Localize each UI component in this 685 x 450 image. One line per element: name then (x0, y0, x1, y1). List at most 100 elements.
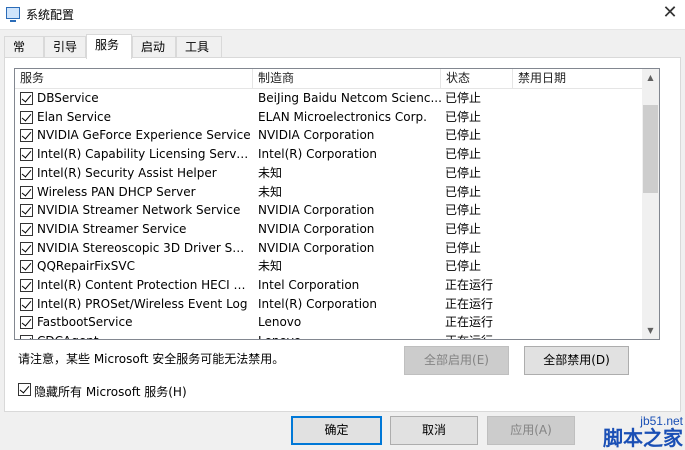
service-checkbox[interactable] (20, 129, 33, 143)
service-checkbox[interactable] (20, 92, 33, 105)
manufacturer-cell: BeiJing Baidu Netcom Scienc... (258, 91, 442, 105)
status-cell: 已停止 (445, 91, 482, 105)
table-row[interactable]: NVIDIA Streamer Network Service NVIDIA Co… (15, 201, 643, 220)
table-row[interactable]: Elan Service ELAN Microelectronics Corp. 已… (15, 108, 643, 127)
tab-general[interactable]: 常规 (4, 36, 44, 74)
column-header-disabled-date[interactable]: 禁用日期 (513, 69, 643, 89)
service-checkbox[interactable] (20, 335, 33, 339)
manufacturer-cell: 未知 (258, 259, 283, 274)
service-name-cell: NVIDIA GeForce Experience Service (37, 128, 251, 143)
service-name-cell: NVIDIA Streamer Service (37, 221, 187, 236)
status-cell: 已停止 (445, 259, 482, 274)
manufacturer-cell: 未知 (258, 165, 283, 180)
scroll-up-icon[interactable]: ▲ (642, 69, 659, 86)
manufacturer-cell: Lenovo (258, 315, 302, 330)
table-row[interactable]: Intel(R) PROSet/Wireless Event Log Intel(… (15, 295, 643, 314)
table-row[interactable]: NVIDIA Streamer Service NVIDIA Corporatio… (15, 220, 643, 239)
vertical-scrollbar[interactable]: ▲ ▼ (642, 69, 659, 339)
service-checkbox[interactable] (20, 166, 33, 180)
window-title: 系统配置 (26, 8, 75, 22)
status-cell: 正在运行 (445, 315, 494, 330)
service-name-cell: Intel(R) Capability Licensing Service ..… (37, 147, 251, 162)
table-row[interactable]: Intel(R) Capability Licensing Service ..… (15, 145, 643, 164)
table-row[interactable]: NVIDIA Stereoscopic 3D Driver Servi... NV… (15, 239, 643, 258)
service-checkbox[interactable] (20, 316, 33, 330)
scrollbar-thumb[interactable] (643, 105, 658, 193)
service-name-cell: CDCAgent (37, 332, 251, 339)
service-name-cell: NVIDIA Streamer Network Service (37, 203, 241, 218)
table-row[interactable]: NVIDIA GeForce Experience Service NVIDIA … (15, 126, 643, 145)
manufacturer-cell: Lenovo (258, 332, 443, 339)
status-cell: 已停止 (445, 184, 482, 199)
msconfig-app-icon (6, 7, 20, 22)
manufacturer-cell: NVIDIA Corporation (258, 240, 375, 255)
tab-tools[interactable]: 工具 (176, 36, 222, 58)
table-row[interactable]: Wireless PAN DHCP Server 未知 已停止 (15, 183, 643, 202)
title-bar: 系统配置 ✕ (0, 0, 685, 30)
status-cell: 正在运行 (445, 332, 515, 339)
status-cell: 已停止 (445, 165, 482, 180)
service-checkbox[interactable] (20, 148, 33, 162)
service-name-cell: NVIDIA Stereoscopic 3D Driver Servi... (37, 240, 251, 255)
status-cell: 已停止 (445, 147, 482, 162)
manufacturer-cell: ELAN Microelectronics Corp. (258, 109, 427, 124)
column-header-service[interactable]: 服务 (15, 69, 253, 89)
service-checkbox[interactable] (20, 279, 33, 292)
services-list[interactable]: 服务 制造商 状态 ^ 禁用日期 DBService BeiJing Baidu … (14, 68, 660, 340)
enable-all-button[interactable]: 全部启用(E) (404, 346, 509, 375)
table-row[interactable]: FastbootService Lenovo 正在运行 (15, 313, 643, 332)
table-row[interactable]: Intel(R) Security Assist Helper 未知 已停止 (15, 164, 643, 183)
watermark-brand: 脚本之家 (603, 426, 683, 450)
table-row[interactable]: QQRepairFixSVC 未知 已停止 (15, 257, 643, 276)
service-checkbox[interactable] (20, 222, 33, 236)
scroll-down-icon[interactable]: ▼ (642, 322, 659, 339)
sort-ascending-icon: ^ (473, 68, 481, 75)
manufacturer-cell: Intel Corporation (258, 278, 360, 292)
service-checkbox[interactable] (20, 260, 33, 274)
status-cell: 正在运行 (445, 278, 494, 292)
manufacturer-cell: Intel(R) Corporation (258, 147, 377, 162)
service-checkbox[interactable] (20, 241, 33, 255)
disable-all-button[interactable]: 全部禁用(D) (524, 346, 629, 375)
watermark: jb51.net 脚本之家 (603, 414, 683, 448)
apply-button[interactable]: 应用(A) (487, 416, 575, 445)
service-name-cell: Intel(R) Content Protection HECI Ser... (37, 278, 251, 292)
manufacturer-cell: 未知 (258, 184, 283, 199)
table-row[interactable]: CDCAgent Lenovo正在运行 (15, 332, 643, 339)
service-name-cell: Intel(R) Security Assist Helper (37, 165, 217, 180)
service-name-cell: Elan Service (37, 109, 112, 124)
tab-strip: 常规 引导 服务 启动 工具 (0, 34, 685, 74)
status-cell: 已停止 (445, 203, 482, 218)
manufacturer-cell: NVIDIA Corporation (258, 128, 375, 143)
status-cell: 已停止 (445, 128, 482, 143)
service-name-cell: FastbootService (37, 315, 133, 330)
service-checkbox[interactable] (20, 110, 33, 124)
tab-boot[interactable]: 引导 (44, 36, 86, 58)
manufacturer-cell: Intel(R) Corporation (258, 296, 377, 311)
service-checkbox[interactable] (20, 204, 33, 218)
tab-startup[interactable]: 启动 (132, 36, 176, 58)
close-icon[interactable]: ✕ (655, 0, 685, 28)
status-cell: 正在运行 (445, 296, 494, 311)
status-cell: 已停止 (445, 221, 482, 236)
hide-microsoft-services-checkbox[interactable] (18, 383, 31, 396)
manufacturer-cell: NVIDIA Corporation (258, 203, 375, 218)
list-header: 服务 制造商 状态 ^ 禁用日期 (15, 69, 643, 89)
table-row[interactable]: DBService BeiJing Baidu Netcom Scienc... 已… (15, 89, 643, 108)
status-cell: 已停止 (445, 109, 482, 124)
table-row[interactable]: Intel(R) Content Protection HECI Ser... I… (15, 276, 643, 295)
service-name-cell: Wireless PAN DHCP Server (37, 184, 196, 199)
service-checkbox[interactable] (20, 185, 33, 199)
column-header-manufacturer[interactable]: 制造商 (253, 69, 441, 89)
tab-services[interactable]: 服务 (86, 34, 132, 59)
manufacturer-cell: NVIDIA Corporation (258, 221, 375, 236)
cancel-button[interactable]: 取消 (390, 416, 478, 445)
service-name-cell: QQRepairFixSVC (37, 259, 135, 274)
hide-microsoft-services-label: 隐藏所有 Microsoft 服务(H) (34, 385, 187, 399)
service-name-cell: DBService (37, 91, 99, 105)
status-cell: 已停止 (445, 240, 482, 255)
service-checkbox[interactable] (20, 297, 33, 311)
security-note: 请注意，某些 Microsoft 安全服务可能无法禁用。 (18, 352, 285, 366)
ok-button[interactable]: 确定 (291, 416, 382, 445)
service-name-cell: Intel(R) PROSet/Wireless Event Log (37, 296, 248, 311)
